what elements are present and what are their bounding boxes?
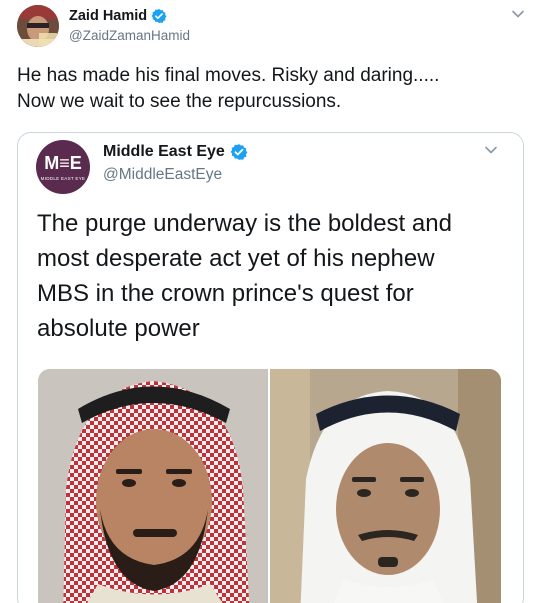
quoted-author-name[interactable]: Middle East Eye [103,143,225,161]
quoted-text-line: most desperate act yet of his nephew [37,245,435,272]
author-row: Zaid Hamid [69,8,167,24]
tweet-text-line: He has made his final moves. Risky and d… [17,65,440,86]
quoted-media-photo[interactable] [38,369,501,603]
quoted-text-line: MBS in the crown prince's quest for [37,280,414,307]
logo-subtitle: MIDDLE EAST EYE [40,176,86,181]
quoted-author-handle[interactable]: @MiddleEastEye [103,166,222,184]
chevron-down-icon[interactable] [511,9,525,19]
author-name[interactable]: Zaid Hamid [69,8,147,24]
author-handle[interactable]: @ZaidZamanHamid [69,28,190,43]
quoted-text-line: absolute power [37,315,200,342]
quoted-tweet-text: The purge underway is the boldest and mo… [37,206,507,346]
photo-two-men-image [38,369,501,603]
avatar-image [17,5,59,47]
logo-mark: M≡E [44,153,82,173]
verified-badge-icon [230,144,248,160]
tweet-text: He has made his final moves. Risky and d… [17,63,517,115]
tweet: Zaid Hamid @ZaidZamanHamid He has made h… [0,0,535,603]
tweet-text-line: Now we wait to see the repurcussions. [17,91,342,112]
quoted-author-row: Middle East Eye [103,143,248,161]
avatar[interactable] [17,5,59,47]
quoted-tweet-card[interactable]: M≡E MIDDLE EAST EYE Middle East Eye @Mid… [17,132,524,603]
middle-east-eye-logo[interactable]: M≡E MIDDLE EAST EYE [36,140,90,194]
quoted-text-line: The purge underway is the boldest and [37,210,452,237]
verified-badge-icon [151,9,167,23]
chevron-down-icon[interactable] [484,145,498,155]
